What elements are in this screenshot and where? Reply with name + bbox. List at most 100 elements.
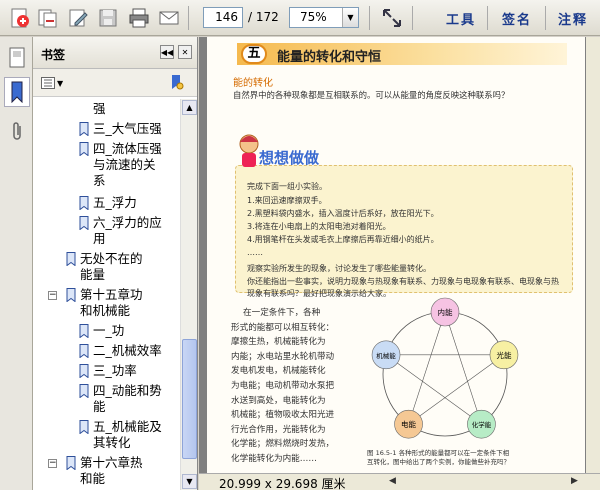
bookmark-label: 四_动能和势能 [93, 383, 162, 414]
save-icon[interactable] [96, 6, 120, 30]
scroll-thumb[interactable] [182, 339, 197, 459]
status-bar: 20.999 x 29.698 厘米 ◀ ▶ [199, 473, 600, 490]
panel-title: 书签 [41, 48, 66, 62]
activity-line: …… [247, 248, 263, 257]
bookmark-icon [79, 196, 89, 210]
document-scrollbar[interactable] [586, 37, 600, 473]
combine-files-icon[interactable] [36, 6, 60, 30]
bookmark-icon [79, 122, 89, 136]
scroll-left-icon[interactable]: ◀ [389, 476, 396, 486]
bookmark-label: 第十五章功和机械能 [80, 287, 143, 318]
bookmarks-panel: 书签 ◀◀ ✕ ▼ 强三_大气压强四_流体压强与流速的关系五_浮力六_浮力的应用… [33, 37, 198, 490]
page-size: 20.999 x 29.698 厘米 [219, 477, 346, 490]
bookmark-item[interactable]: 二_机械效率 [93, 343, 173, 359]
collapse-panel-icon[interactable]: ◀◀ [160, 45, 174, 59]
activity-line: 2.黑塑料袋内盛水，插入温度计后系好，放在阳光下。 [247, 209, 439, 218]
caption-line-2: 互转化，图中给出了两个实例，你能做些补充吗？ [367, 458, 510, 466]
collapse-toggle-icon[interactable]: − [48, 291, 57, 300]
bookmark-label: 五_浮力 [93, 195, 137, 210]
energy-node-label: 光能 [496, 350, 511, 360]
figure-caption: 图 16.5-1 各种形式的能量都可以在一定条件下相 互转化，图中给出了两个实例… [367, 449, 510, 467]
page-thumbnails-icon[interactable] [4, 43, 30, 73]
bookmark-item[interactable]: 第十六章热和能 [80, 455, 173, 487]
zoom-value: 75% [300, 10, 327, 24]
bookmark-item[interactable]: 一_功 [93, 323, 173, 339]
create-pdf-icon[interactable] [8, 6, 32, 30]
explanation-line: 发电机发电，机械能转化 [231, 366, 326, 377]
close-panel-icon[interactable]: ✕ [178, 45, 192, 59]
scroll-right-icon[interactable]: ▶ [571, 476, 578, 486]
chapter-header: 五 能量的转化和守恒 [237, 43, 567, 65]
bookmark-item[interactable]: 三_大气压强 [93, 121, 173, 137]
bookmark-icon [66, 288, 76, 302]
explanation-line: 形式的能都可以相互转化： [231, 322, 335, 333]
bookmark-label: 五_机械能及其转化 [93, 419, 162, 450]
collapse-toggle-icon[interactable]: − [48, 459, 57, 468]
explanation-line: 行光合作用，光能转化为 [231, 424, 326, 435]
bookmark-item[interactable]: 强 [93, 101, 173, 117]
zoom-select[interactable]: 75% ▼ [289, 7, 359, 28]
bookmark-item[interactable]: 第十五章功和机械能 [80, 287, 173, 319]
activity-line: 观察实验所发生的现象，讨论发生了哪些能量转化。 [247, 264, 431, 273]
bookmark-icon [79, 420, 89, 434]
bookmark-label: 一_功 [93, 323, 125, 338]
page-number-input[interactable]: 146 [203, 7, 243, 28]
explanation-line: 机械能；植物吸收太阳光进 [231, 410, 335, 421]
tools-button[interactable]: 工具 [446, 9, 476, 28]
bookmark-item[interactable]: 五_浮力 [93, 195, 173, 211]
bookmark-icon [79, 142, 89, 156]
main-toolbar: 146 / 172 75% ▼ 工具 签名 注释 [0, 0, 600, 36]
bookmarks-panel-icon[interactable] [4, 77, 30, 107]
sign-button[interactable]: 签名 [502, 9, 532, 28]
bookmark-item[interactable]: 六_浮力的应用 [93, 215, 173, 247]
explanation-line: 化学能转化为内能…… [231, 454, 317, 464]
bookmark-icon [79, 384, 89, 398]
print-icon[interactable] [127, 6, 151, 30]
intro-text: 自然界中的各种现象都是互相联系的。可以从能量的角度反映这种联系吗？ [233, 90, 510, 100]
activity-line: 1.来回迅速摩擦双手。 [247, 196, 327, 205]
edit-icon[interactable] [66, 6, 90, 30]
bookmark-item[interactable]: 三_功率 [93, 363, 173, 379]
scroll-down-icon[interactable]: ▼ [182, 474, 197, 489]
bookmark-item[interactable]: 五_机械能及其转化 [93, 419, 173, 451]
find-bookmark-icon[interactable] [169, 74, 185, 95]
fullscreen-icon[interactable] [380, 6, 404, 30]
bookmark-tree: 强三_大气压强四_流体压强与流速的关系五_浮力六_浮力的应用无处不在的能量 第十五… [33, 99, 180, 490]
activity-line: 完成下面一组小实验。 [247, 182, 327, 191]
pdf-page: 五 能量的转化和守恒 能的转化 自然界中的各种现象都是互相联系的。可以从能量的角… [207, 37, 585, 473]
comment-button[interactable]: 注释 [558, 9, 588, 28]
conversion-arrow [408, 311, 446, 425]
energy-conversion-diagram: 内能光能化学能 电能 机械能 [371, 297, 519, 439]
page-total: / 172 [248, 10, 279, 24]
document-view[interactable]: 五 能量的转化和守恒 能的转化 自然界中的各种现象都是互相联系的。可以从能量的角… [199, 37, 600, 473]
activity-line: 4.用钢笔杆在头发或毛衣上摩擦后再靠近细小的纸片。 [247, 235, 439, 244]
energy-node-label: 机械能 [376, 351, 396, 360]
bookmark-icon [66, 252, 76, 266]
bookmark-scrollbar[interactable]: ▲ ▼ [180, 99, 197, 490]
activity-line: 3.将连在小电扇上的太阳电池对着阳光。 [247, 222, 391, 231]
chevron-down-icon[interactable]: ▼ [342, 8, 358, 27]
bookmark-icon [79, 364, 89, 378]
energy-node-label: 电能 [401, 419, 416, 429]
bookmark-item[interactable]: 四_动能和势能 [93, 383, 173, 415]
options-menu-icon[interactable]: ▼ [41, 75, 69, 91]
explanation-line: 为电能；电动机带动水泵把 [231, 381, 335, 391]
explanation-line: 摩擦生热，机械能转化为 [231, 337, 326, 348]
conversion-arrow [444, 311, 482, 425]
bookmark-icon [79, 344, 89, 358]
explanation-line: 化学能；燃料燃烧时发热， [231, 439, 335, 450]
bookmark-icon [79, 216, 89, 230]
scroll-up-icon[interactable]: ▲ [182, 100, 197, 115]
bookmark-item[interactable]: 四_流体压强与流速的关系 [93, 141, 173, 189]
bookmark-icon [66, 456, 76, 470]
navigation-rail [0, 37, 33, 490]
bookmark-label: 无处不在的能量 [80, 251, 143, 282]
energy-node-label: 内能 [438, 307, 453, 317]
bookmark-label: 第十六章热和能 [80, 455, 143, 486]
email-icon[interactable] [157, 6, 181, 30]
attachments-icon[interactable] [4, 117, 30, 147]
caption-line-1: 图 16.5-1 各种形式的能量都可以在一定条件下相 [367, 449, 510, 457]
chapter-number: 五 [241, 44, 267, 64]
chapter-title: 能量的转化和守恒 [277, 50, 382, 65]
bookmark-item[interactable]: 无处不在的能量 [80, 251, 173, 283]
